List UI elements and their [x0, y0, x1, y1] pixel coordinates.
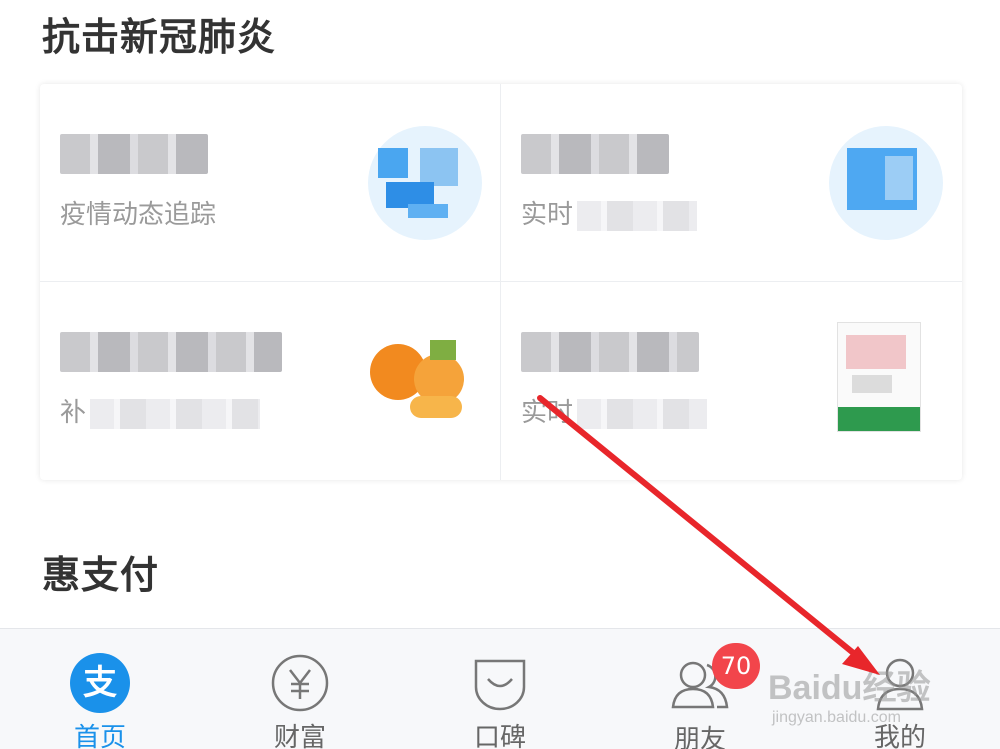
blurred-card-title [521, 332, 699, 372]
tab-koubei[interactable]: 口碑 [400, 629, 600, 749]
notification-badge: 70 [712, 643, 760, 689]
card-subtitle: 疫情动态追踪 [60, 200, 217, 230]
medicine-box-icon [837, 322, 921, 432]
service-card-epidemic-tracking[interactable]: 疫情动态追踪 [40, 84, 501, 282]
covid-services-grid: 疫情动态追踪 实时 补 实时 [40, 84, 962, 480]
blurred-card-title [60, 332, 282, 372]
card-subtitle: 实时 [521, 392, 708, 429]
folder-icon [829, 126, 943, 240]
china-map-icon [368, 126, 482, 240]
koubei-icon [469, 653, 531, 713]
tab-label: 财富 [273, 723, 326, 749]
tab-wealth[interactable]: 财富 [200, 629, 400, 749]
tab-label: 朋友 [673, 725, 726, 749]
section-title-covid: 抗击新冠肺炎 [42, 15, 277, 59]
card-subtitle: 实时 [521, 194, 698, 231]
section-title-huizhifu: 惠支付 [42, 553, 160, 597]
service-card-3[interactable]: 补 [40, 282, 501, 480]
service-card-4[interactable]: 实时 [501, 282, 962, 480]
tab-home[interactable]: 支 首页 [0, 629, 200, 749]
baidu-watermark: Baidu经验 jingyan.baidu.com [768, 669, 931, 726]
service-card-2[interactable]: 实时 [501, 84, 962, 282]
card-subtitle: 补 [60, 392, 261, 429]
blurred-card-title [60, 134, 208, 174]
orange-fruit-icon [370, 330, 480, 422]
tab-label: 口碑 [473, 723, 526, 749]
alipay-logo-icon: 支 [69, 653, 131, 713]
yen-coin-icon [269, 653, 331, 713]
blurred-card-title [521, 134, 669, 174]
tab-label: 首页 [73, 723, 126, 749]
